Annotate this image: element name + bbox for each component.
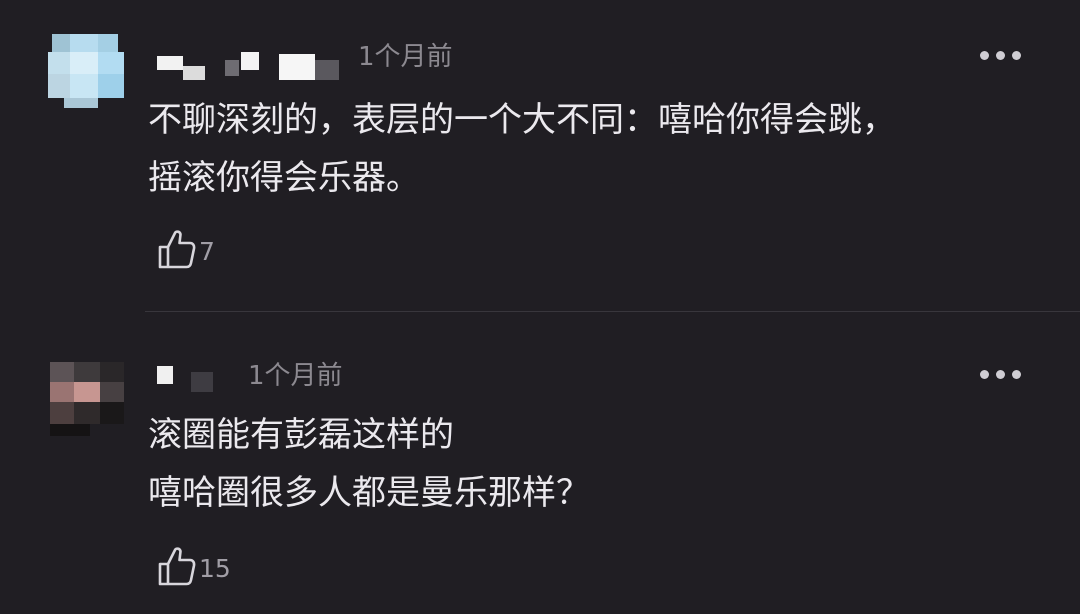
comment-text: 不聊深刻的，表层的一个大不同：嘻哈你得会跳， 摇滚你得会乐器。 [148, 91, 896, 207]
comment-timestamp: 1个月前 [358, 42, 453, 72]
comment-text-line: 摇滚你得会乐器。 [148, 158, 420, 198]
comment-text-line: 嘻哈圈很多人都是曼乐那样？ [148, 473, 590, 513]
divider [145, 311, 1080, 312]
like-button[interactable]: 15 [156, 543, 231, 589]
comment-text-line: 滚圈能有彭磊这样的 [148, 415, 454, 455]
username[interactable] [155, 46, 345, 84]
username[interactable] [155, 356, 235, 394]
like-count: 15 [199, 553, 231, 583]
thumbs-up-icon [156, 228, 196, 270]
comment-timestamp: 1个月前 [248, 361, 343, 391]
more-options-button[interactable] [980, 46, 1026, 66]
avatar[interactable] [50, 362, 124, 436]
like-count: 7 [199, 236, 215, 266]
comment-text-line: 不聊深刻的，表层的一个大不同：嘻哈你得会跳， [148, 100, 896, 140]
avatar[interactable] [48, 32, 124, 108]
more-options-button[interactable] [980, 365, 1026, 385]
comment-item: 1个月前 滚圈能有彭磊这样的 嘻哈圈很多人都是曼乐那样？ 15 [0, 314, 1080, 614]
like-button[interactable]: 7 [156, 226, 215, 272]
comment-text: 滚圈能有彭磊这样的 嘻哈圈很多人都是曼乐那样？ [148, 406, 590, 522]
thumbs-up-icon [156, 545, 196, 587]
comment-item: 1个月前 不聊深刻的，表层的一个大不同：嘻哈你得会跳， 摇滚你得会乐器。 7 [0, 0, 1080, 312]
